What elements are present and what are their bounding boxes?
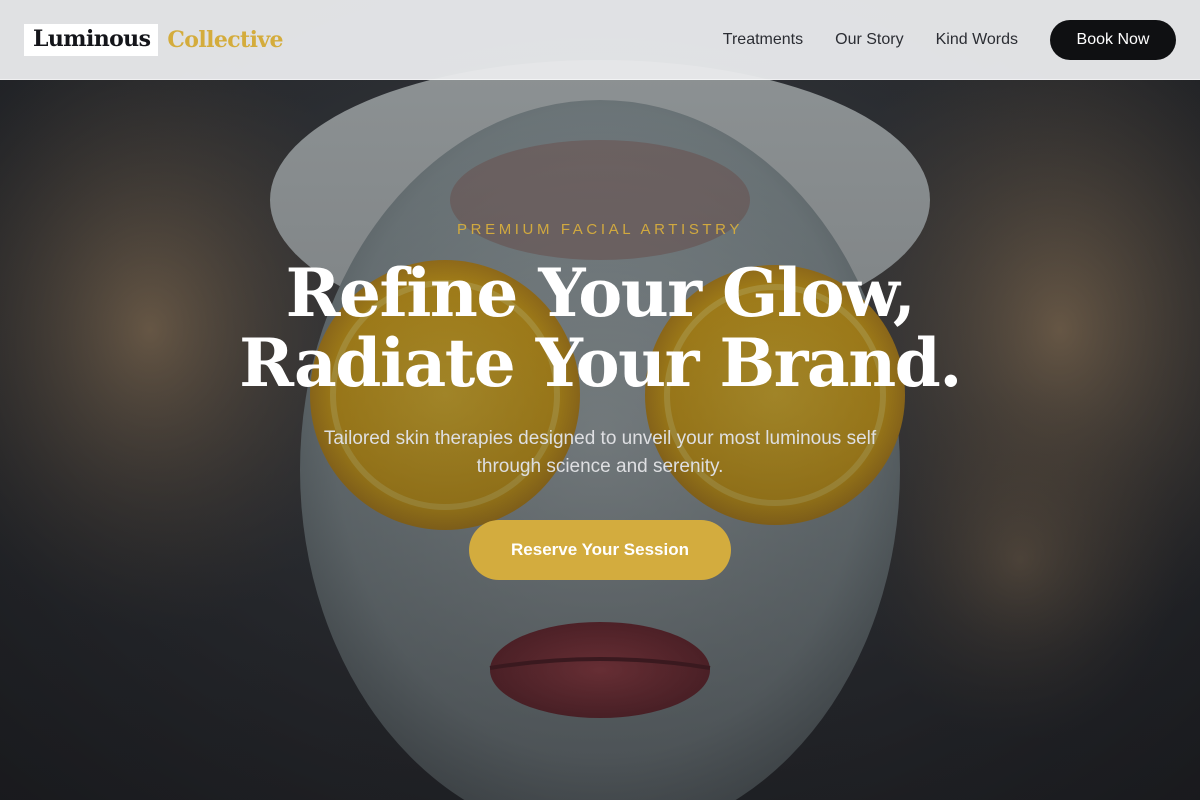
- nav-link-our-story[interactable]: Our Story: [835, 31, 903, 49]
- nav-link-kind-words[interactable]: Kind Words: [936, 31, 1018, 49]
- reserve-session-button[interactable]: Reserve Your Session: [469, 520, 731, 580]
- book-now-button[interactable]: Book Now: [1050, 19, 1176, 60]
- site-header: Luminous Collective Treatments Our Story…: [0, 0, 1200, 80]
- logo-primary: Luminous: [24, 23, 159, 56]
- hero-headline-line2: Radiate Your Brand.: [239, 324, 962, 402]
- hero-headline-line1: Refine Your Glow,: [285, 254, 916, 332]
- nav-link-treatments[interactable]: Treatments: [723, 31, 803, 49]
- hero-headline: Refine Your Glow, Radiate Your Brand.: [0, 258, 1200, 398]
- main-nav: Treatments Our Story Kind Words Book Now: [691, 19, 1176, 60]
- logo-accent: Collective: [167, 26, 283, 53]
- hero-eyebrow: PREMIUM FACIAL ARTISTRY: [457, 221, 743, 238]
- hero-subtext: Tailored skin therapies designed to unve…: [323, 428, 877, 477]
- hero-content: PREMIUM FACIAL ARTISTRY Refine Your Glow…: [0, 0, 1200, 800]
- logo[interactable]: Luminous Collective: [24, 23, 284, 56]
